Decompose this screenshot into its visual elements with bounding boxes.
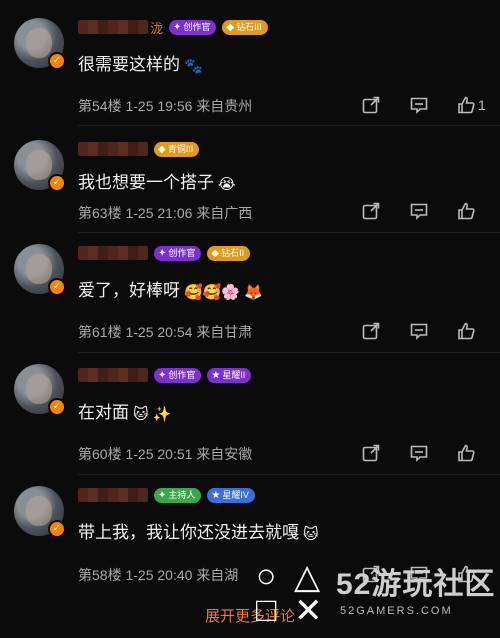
share-icon[interactable]	[360, 563, 382, 585]
avatar[interactable]: ✓	[14, 486, 66, 538]
comment-meta: 第61楼 1-25 20:54 来自甘肃	[78, 324, 253, 340]
level-badge[interactable]: ◆ 钻石II	[207, 245, 251, 261]
thumbs-up-icon	[458, 322, 475, 340]
username-suffix: 泷	[150, 20, 164, 36]
comment-text: 我也想要一个搭子 😭	[78, 173, 236, 193]
comment-icon[interactable]	[408, 563, 430, 585]
like-button[interactable]	[456, 563, 490, 585]
share-icon[interactable]	[360, 442, 382, 464]
verified-icon: ✓	[48, 520, 66, 538]
comment-icon[interactable]	[408, 442, 430, 464]
like-button[interactable]: 1	[456, 94, 490, 116]
comment-meta: 第54楼 1-25 19:56 来自贵州	[78, 98, 253, 114]
comment-icon[interactable]	[408, 94, 430, 116]
comment-text: 爱了，好棒呀 🥰🥰🌸 🦊	[78, 281, 263, 301]
sticker: 😭	[218, 175, 236, 193]
share-icon[interactable]	[360, 200, 382, 222]
thumbs-up-icon	[458, 565, 475, 583]
circle-icon: ○	[256, 557, 277, 595]
username[interactable]	[78, 488, 148, 502]
avatar[interactable]: ✓	[14, 18, 66, 70]
comment-text: 带上我，我让你还没进去就嘎 🐱	[78, 523, 319, 543]
creator-badge[interactable]: ✦ 创作官	[154, 245, 202, 261]
share-icon[interactable]	[360, 320, 382, 342]
share-icon[interactable]	[360, 94, 382, 116]
host-badge[interactable]: ✦ 主持人	[154, 487, 202, 503]
like-count: 1	[478, 97, 486, 113]
thumbs-up-icon	[458, 96, 475, 114]
expand-more-comments[interactable]: 展开更多评论	[0, 605, 500, 626]
avatar[interactable]: ✓	[14, 364, 66, 416]
triangle-icon: △	[294, 558, 321, 596]
verified-icon: ✓	[48, 398, 66, 416]
creator-badge[interactable]: ✦ 创作官	[169, 19, 217, 35]
avatar[interactable]: ✓	[14, 244, 66, 296]
comment-meta: 第60楼 1-25 20:51 来自安徽	[78, 446, 253, 462]
sticker: 🥰🥰🌸 🦊	[184, 283, 263, 301]
verified-icon: ✓	[48, 278, 66, 296]
thumbs-up-icon	[458, 444, 475, 462]
username[interactable]	[78, 142, 148, 156]
verified-icon: ✓	[48, 174, 66, 192]
like-button[interactable]	[456, 200, 490, 222]
comment-text: 在对面 🐱 ✨	[78, 403, 172, 423]
avatar[interactable]: ✓	[14, 140, 66, 192]
creator-badge[interactable]: ✦ 创作官	[154, 367, 202, 383]
username[interactable]	[78, 20, 148, 34]
username[interactable]	[78, 246, 148, 260]
level-badge[interactable]: ★ 星耀IV	[207, 487, 255, 503]
sticker: 🐱	[303, 525, 319, 543]
like-button[interactable]	[456, 442, 490, 464]
username[interactable]	[78, 368, 148, 382]
sticker: 🐾	[184, 57, 203, 75]
comment-icon[interactable]	[408, 320, 430, 342]
comment-icon[interactable]	[408, 200, 430, 222]
sticker: 🐱 ✨	[133, 405, 172, 423]
level-badge[interactable]: ◆ 青铜III	[154, 141, 200, 157]
level-badge[interactable]: ◆ 钻石III	[222, 19, 268, 35]
thumbs-up-icon	[458, 202, 475, 220]
verified-icon: ✓	[48, 52, 66, 70]
level-badge[interactable]: ★ 星耀II	[207, 367, 252, 383]
like-button[interactable]	[456, 320, 490, 342]
comment-meta: 第58楼 1-25 20:40 来自湖	[78, 567, 239, 583]
comment-meta: 第63楼 1-25 21:06 来自广西	[78, 205, 253, 221]
comment-text: 很需要这样的 🐾	[78, 55, 203, 75]
